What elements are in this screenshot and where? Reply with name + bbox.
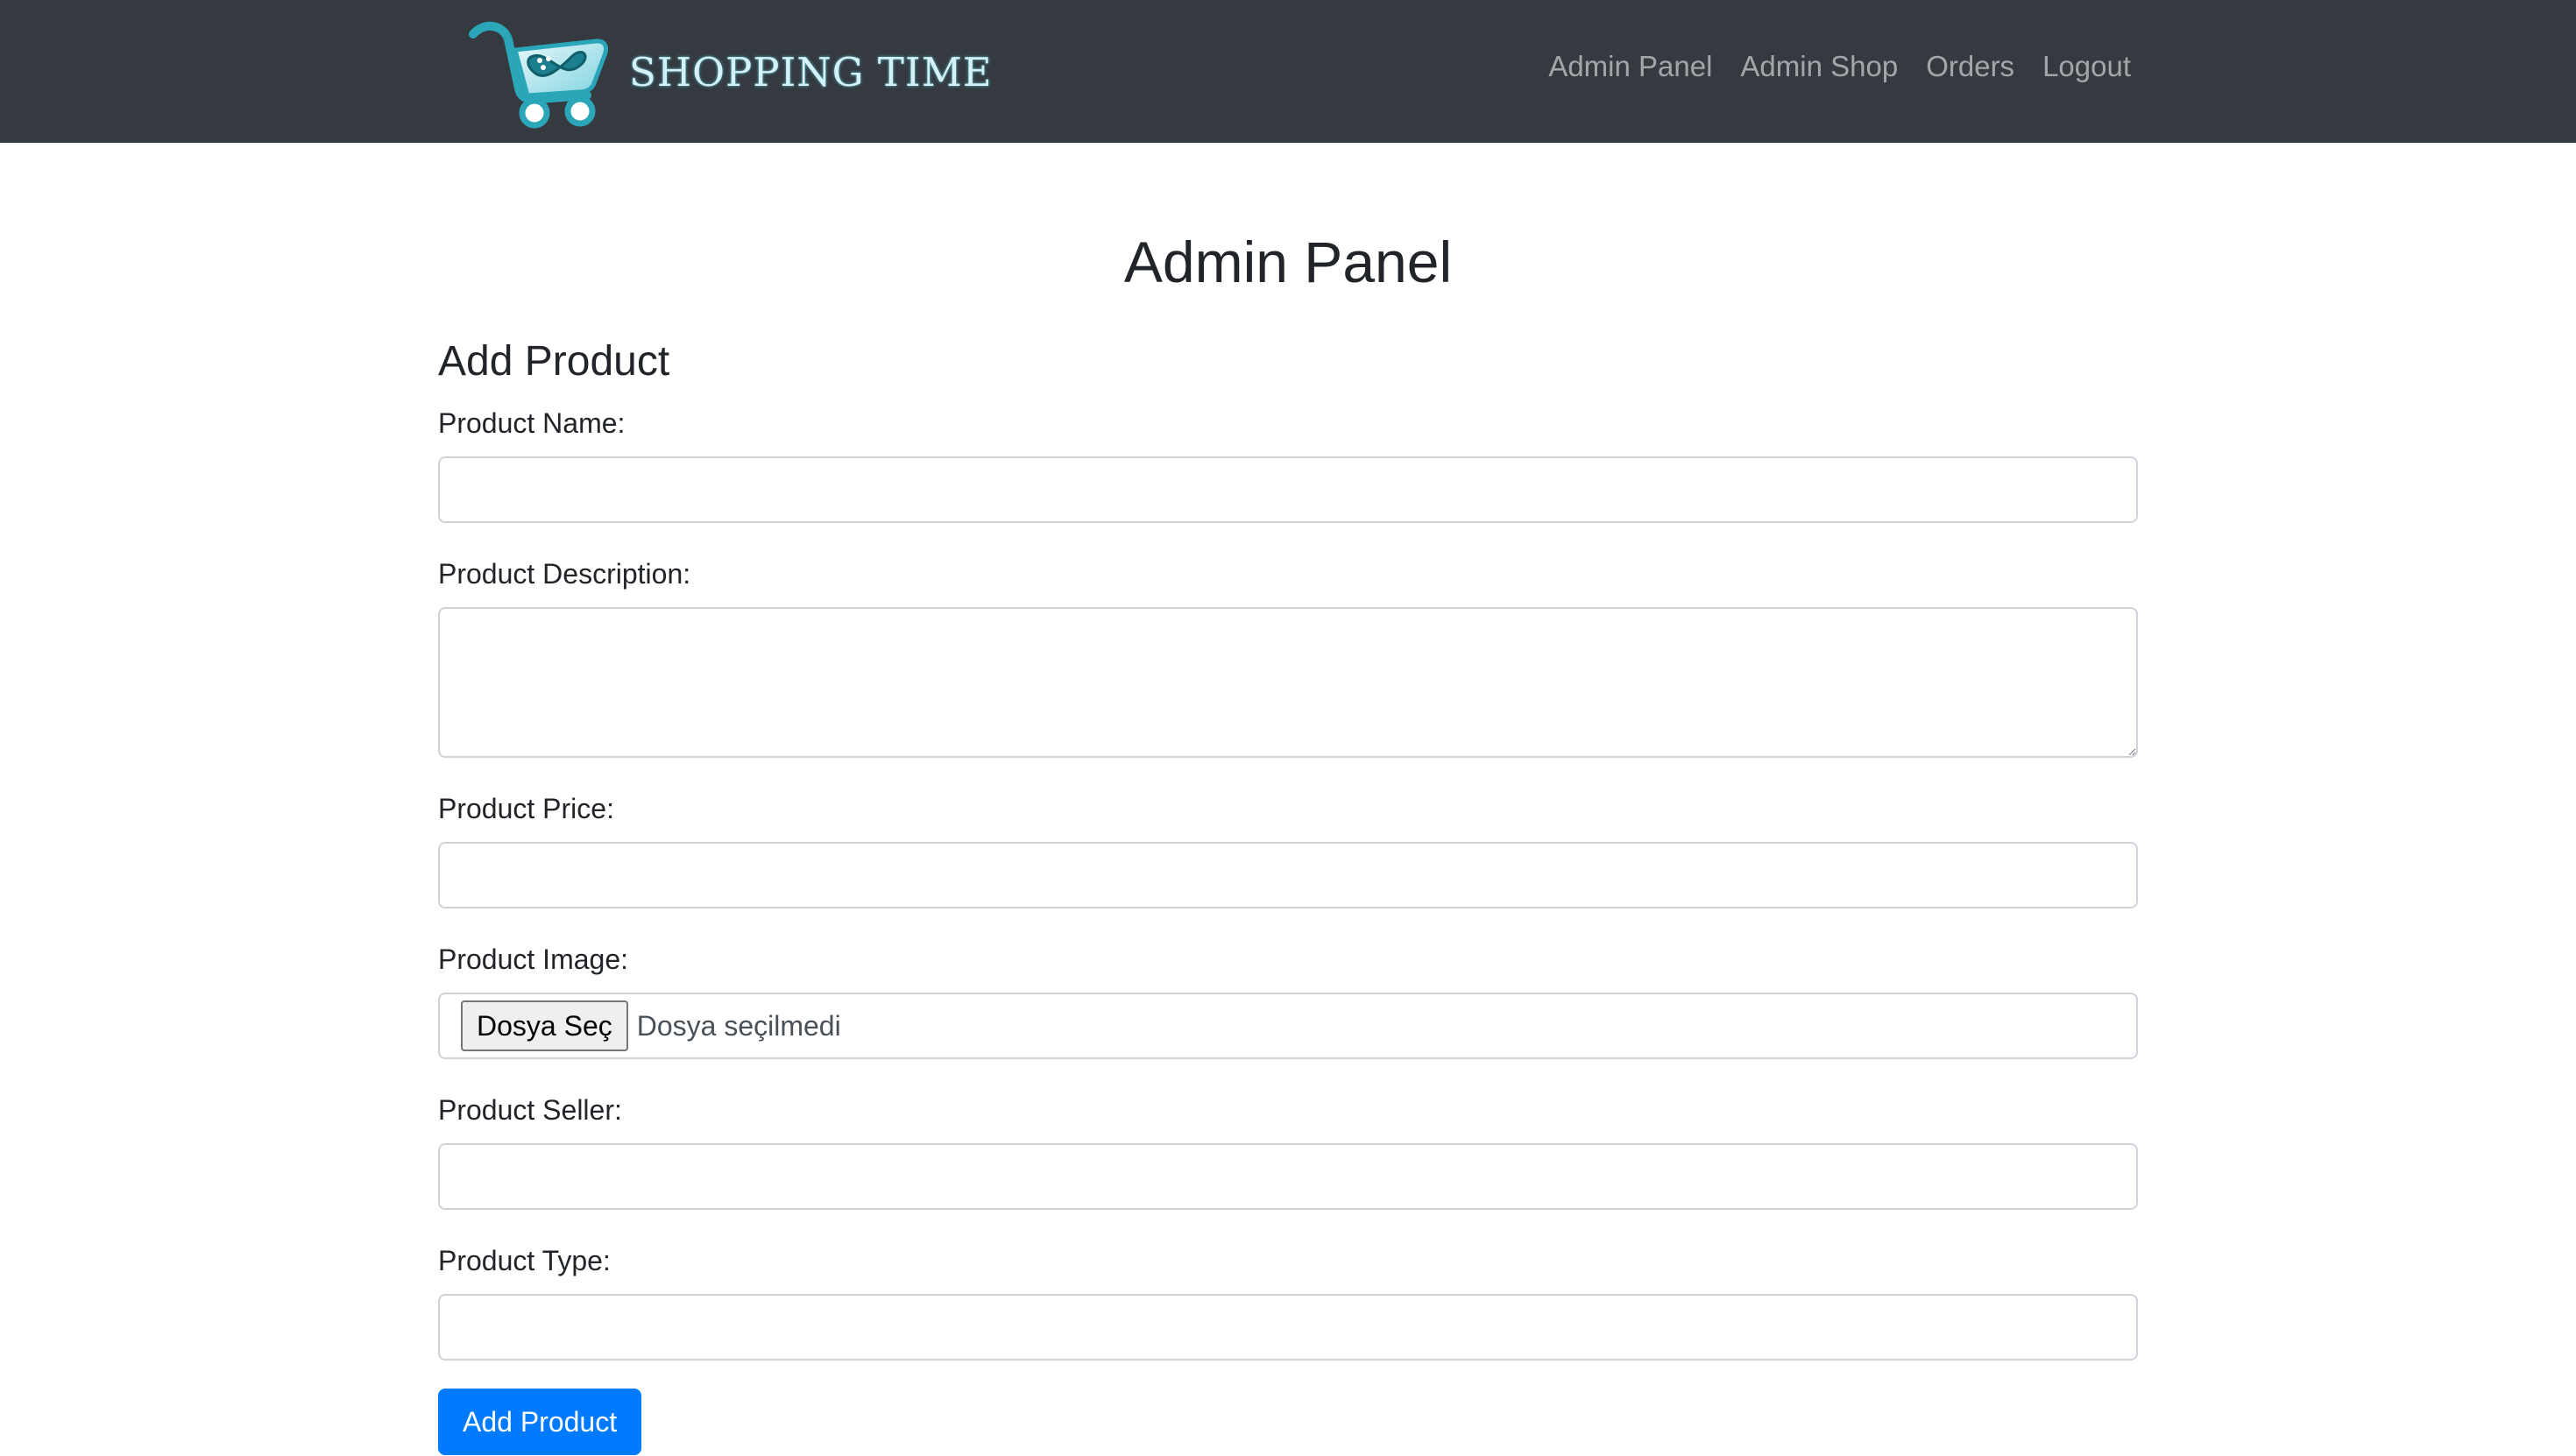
product-seller-group: Product Seller:	[438, 1092, 2138, 1210]
navbar: SHOPPING TIME Admin Panel Admin Shop Ord…	[0, 0, 2576, 143]
add-product-heading: Add Product	[438, 338, 670, 385]
shopping-cart-logo-icon	[469, 22, 609, 129]
product-name-input[interactable]	[438, 456, 2138, 523]
nav-link-orders[interactable]: Orders	[1926, 50, 2014, 83]
nav-link-logout[interactable]: Logout	[2042, 50, 2131, 83]
product-price-group: Product Price:	[438, 791, 2138, 908]
product-description-group: Product Description:	[438, 556, 2138, 758]
nav-link-admin-panel[interactable]: Admin Panel	[1548, 50, 1712, 83]
product-price-input[interactable]	[438, 842, 2138, 908]
nav-links: Admin Panel Admin Shop Orders Logout	[1548, 0, 2131, 133]
product-type-group: Product Type:	[438, 1243, 2138, 1361]
product-seller-input[interactable]	[438, 1143, 2138, 1210]
product-image-group: Product Image: Dosya Seç Dosya seçilmedi	[438, 942, 2138, 1059]
product-type-label: Product Type:	[438, 1245, 611, 1276]
product-seller-label: Product Seller:	[438, 1094, 622, 1126]
choose-file-button[interactable]: Dosya Seç	[461, 1000, 628, 1051]
nav-link-admin-shop[interactable]: Admin Shop	[1740, 50, 1898, 83]
brand-name: SHOPPING TIME	[629, 48, 993, 95]
add-product-button[interactable]: Add Product	[438, 1389, 642, 1455]
product-description-label: Product Description:	[438, 558, 691, 590]
product-name-group: Product Name:	[438, 406, 2138, 523]
page-title: Admin Panel	[1123, 230, 1453, 294]
brand-link[interactable]: SHOPPING TIME	[464, 11, 993, 133]
product-type-input[interactable]	[438, 1294, 2138, 1361]
file-status-text: Dosya seçilmedi	[636, 1009, 841, 1042]
product-image-label: Product Image:	[438, 944, 628, 975]
product-name-label: Product Name:	[438, 407, 626, 439]
product-description-textarea[interactable]	[438, 607, 2138, 758]
product-image-file-input[interactable]: Dosya Seç Dosya seçilmedi	[438, 993, 2138, 1059]
product-price-label: Product Price:	[438, 793, 614, 824]
